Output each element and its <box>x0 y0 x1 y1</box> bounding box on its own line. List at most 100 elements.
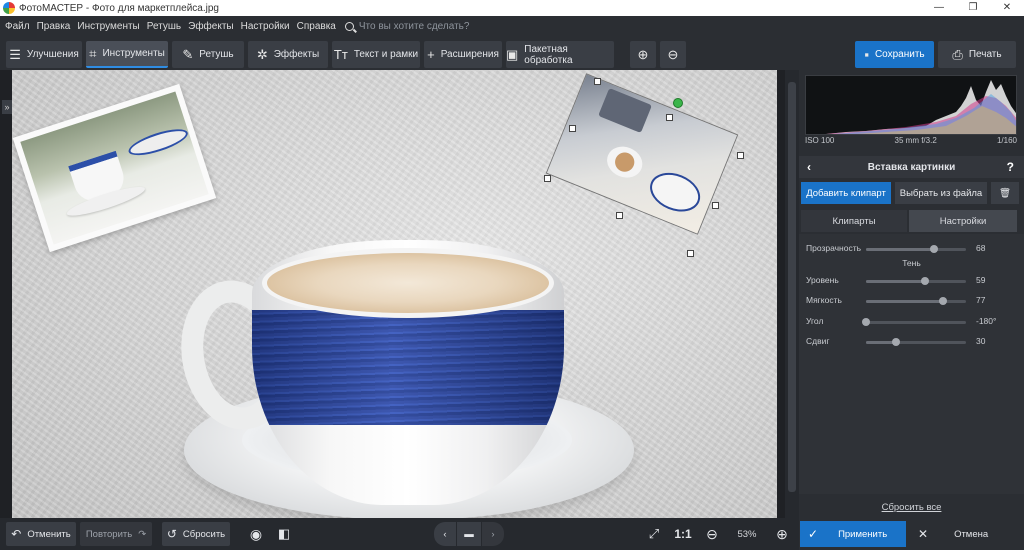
menu-effects[interactable]: Эффекты <box>188 21 233 32</box>
compare-button[interactable]: ◧ <box>272 522 296 546</box>
reset-all-link[interactable]: Сбросить все <box>799 502 1024 513</box>
preview-button[interactable]: ◉ <box>244 522 268 546</box>
close-button[interactable]: ✕ <box>990 0 1024 16</box>
tab-effects[interactable]: ✲ Эффекты <box>248 41 328 68</box>
menu-file[interactable]: Файл <box>5 21 30 32</box>
add-preset-button[interactable]: ⊕ <box>630 41 656 68</box>
resize-handle[interactable] <box>712 202 719 209</box>
slider-knob[interactable] <box>862 318 870 326</box>
tab-text-frames[interactable]: Tт Текст и рамки <box>332 41 420 68</box>
expand-icon: ⤢ <box>648 526 660 541</box>
coffee-foam <box>262 248 554 318</box>
window-controls: — ❐ ✕ <box>922 0 1024 16</box>
shadow-heading: Тень <box>902 258 921 268</box>
menu-retouch[interactable]: Ретушь <box>147 21 181 32</box>
reset-label: Сбросить <box>182 528 226 540</box>
clipart-photo-selected[interactable] <box>545 73 739 235</box>
prev-photo-button[interactable]: ‹ <box>434 522 456 546</box>
slider-knob[interactable] <box>939 297 947 305</box>
shadow-offset-slider[interactable] <box>866 338 966 346</box>
open-folder-button[interactable]: ▬ <box>457 522 481 546</box>
fit-screen-button[interactable]: ⤢ <box>642 522 666 546</box>
tab-enhancements[interactable]: ☰ Улучшения <box>6 41 82 68</box>
undo-button[interactable]: ↶ Отменить <box>6 522 76 546</box>
choose-file-button[interactable]: Выбрать из файла <box>895 182 987 204</box>
cancel-button[interactable]: ✕ Отмена <box>910 521 1022 547</box>
undo-icon: ↶ <box>11 527 22 541</box>
resize-handle[interactable] <box>737 152 744 159</box>
title-bar: ФотоМАСТЕР - Фото для маркетплейса.jpg —… <box>0 0 1024 16</box>
zoom-level[interactable]: 53% <box>725 526 769 544</box>
apply-button[interactable]: ✓ Применить <box>800 521 906 547</box>
lens-value: 35 mm f/3.2 <box>894 136 937 145</box>
add-clipart-button[interactable]: Добавить клипарт <box>801 182 891 204</box>
tab-tools[interactable]: ⌗ Инструменты <box>86 41 168 68</box>
resize-handle[interactable] <box>687 250 694 257</box>
minimize-button[interactable]: — <box>922 0 956 16</box>
resize-handle[interactable] <box>569 125 576 132</box>
maximize-button[interactable]: ❐ <box>956 0 990 16</box>
shadow-level-slider[interactable] <box>866 277 966 285</box>
resize-handle[interactable] <box>616 212 623 219</box>
shutter-value: 1/160 <box>996 136 1017 145</box>
transparency-slider[interactable] <box>866 245 966 253</box>
back-arrow-icon[interactable]: ‹ <box>807 160 811 174</box>
app-logo-icon <box>3 2 15 14</box>
minus-circle-icon: ⊖ <box>706 525 718 542</box>
vertical-scrollbar[interactable] <box>785 70 799 518</box>
redo-button[interactable]: Повторить ↷ <box>80 522 152 546</box>
transparency-row: Прозрачность 68 <box>806 242 1016 256</box>
zoom-in-button[interactable]: ⊕ <box>772 522 792 546</box>
reset-button[interactable]: ↺ Сбросить <box>162 522 230 546</box>
preset-add-icon: ⊕ <box>637 46 649 62</box>
chevron-right-icon: › <box>491 528 495 540</box>
slider-label: Сдвиг <box>806 336 830 346</box>
print-button[interactable]: ⎙ Печать <box>938 41 1016 68</box>
slider-label: Уровень <box>806 275 839 285</box>
tab-settings[interactable]: Настройки <box>909 210 1017 232</box>
menu-settings[interactable]: Настройки <box>241 21 290 32</box>
rotate-handle[interactable] <box>673 98 683 108</box>
zoom-out-button[interactable]: ⊖ <box>702 522 722 546</box>
actual-size-button[interactable]: 1:1 <box>670 522 696 546</box>
menu-tools[interactable]: Инструменты <box>77 21 139 32</box>
save-button[interactable]: ▪ Сохранить <box>855 41 934 68</box>
shadow-angle-slider[interactable] <box>862 318 966 326</box>
panel-tabs: Клипарты Настройки <box>799 210 1024 232</box>
folder-icon: ▬ <box>464 528 474 540</box>
slider-knob[interactable] <box>930 245 938 253</box>
chevron-left-icon: ‹ <box>443 528 447 540</box>
download-preset-button[interactable]: ⊖ <box>660 41 686 68</box>
collapse-left-panel-button[interactable]: » <box>2 100 12 114</box>
undo-label: Отменить <box>27 528 71 540</box>
slider-label: Мягкость <box>806 295 842 305</box>
resize-handle[interactable] <box>594 78 601 85</box>
redo-icon: ↷ <box>138 528 147 540</box>
photo-canvas[interactable] <box>12 70 777 518</box>
clipart-photo-cup[interactable] <box>12 83 217 253</box>
slider-value: 30 <box>976 336 986 346</box>
tab-label: Расширения <box>440 49 499 60</box>
compare-icon: ◧ <box>277 526 291 541</box>
search-input[interactable] <box>358 20 519 32</box>
delete-button[interactable]: 🗑 <box>991 182 1019 204</box>
slider-knob[interactable] <box>892 338 900 346</box>
tab-retouch[interactable]: ✎ Ретушь <box>172 41 244 68</box>
resize-handle[interactable] <box>544 175 551 182</box>
slider-knob[interactable] <box>921 277 929 285</box>
help-icon[interactable]: ? <box>1007 160 1014 174</box>
window-title: ФотоМАСТЕР - Фото для маркетплейса.jpg <box>19 2 219 14</box>
bottom-bar: ↶ Отменить Повторить ↷ ↺ Сбросить ◉ ◧ ‹ … <box>0 518 799 550</box>
apply-label: Применить <box>838 528 888 540</box>
tab-extensions[interactable]: + Расширения <box>424 41 502 68</box>
next-photo-button[interactable]: › <box>482 522 504 546</box>
menu-bar: Файл Правка Инструменты Ретушь Эффекты Н… <box>0 16 1024 36</box>
shadow-softness-slider[interactable] <box>866 297 966 305</box>
batch-processing-button[interactable]: ▣ Пакетная обработка <box>506 41 614 68</box>
tab-label: Инструменты <box>102 48 165 59</box>
menu-help[interactable]: Справка <box>297 21 336 32</box>
menu-edit[interactable]: Правка <box>37 21 71 32</box>
tab-cliparts[interactable]: Клипарты <box>801 210 907 232</box>
scrollbar-thumb[interactable] <box>788 82 796 492</box>
resize-handle[interactable] <box>666 114 673 121</box>
